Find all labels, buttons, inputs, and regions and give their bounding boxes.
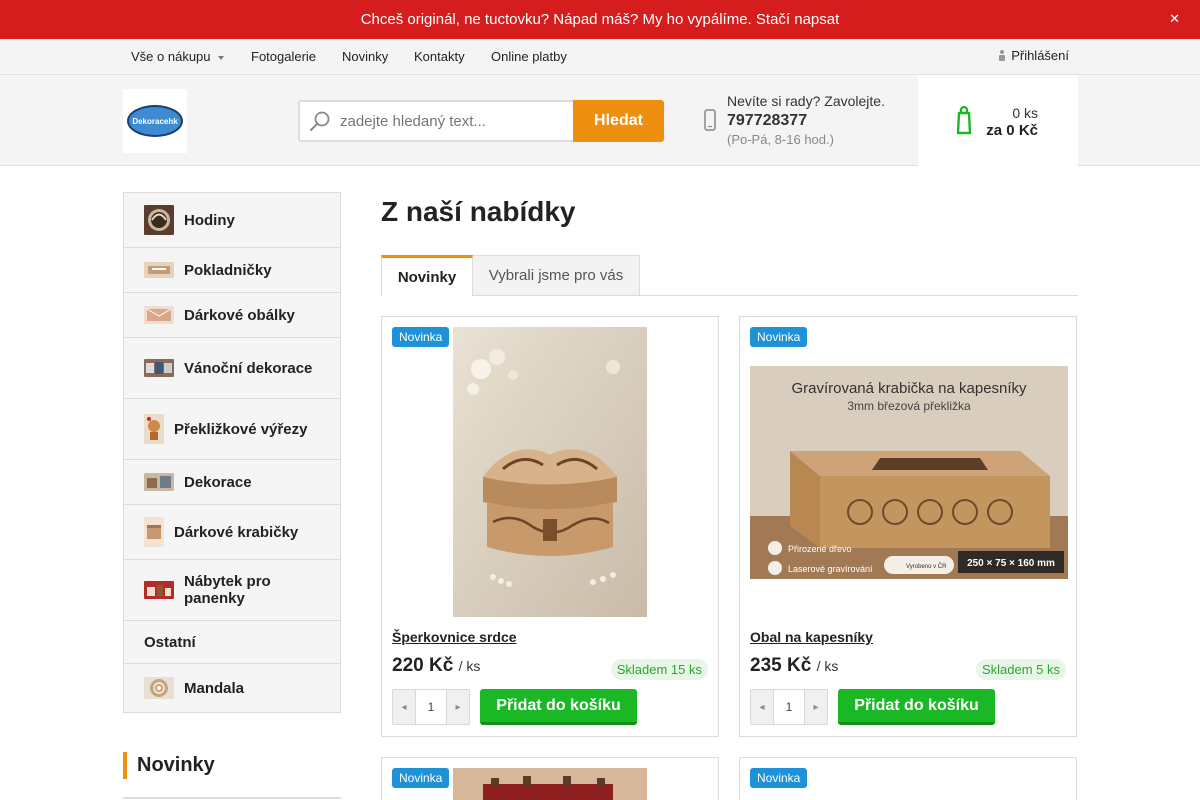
quantity-stepper: ◂ 1 ▸	[392, 689, 470, 725]
category-item-darkove-krabicky[interactable]: Dárkové krabičky	[124, 505, 340, 560]
category-thumbnail	[144, 205, 174, 235]
search-form: Hledat	[298, 100, 664, 142]
category-thumbnail	[144, 414, 164, 444]
category-label: Ostatní	[144, 633, 196, 651]
increase-quantity-button[interactable]: ▸	[447, 690, 469, 724]
decrease-quantity-button[interactable]: ◂	[393, 690, 415, 724]
product-image[interactable]	[453, 768, 647, 800]
category-item-ostatni[interactable]: Ostatní	[124, 621, 340, 664]
nav-item-shopping-info[interactable]: Vše o nákupu	[131, 49, 224, 64]
new-badge: Novinka	[750, 768, 808, 788]
category-sidebar: Hodiny Pokladničky Dárkové obálky Vánočn…	[123, 192, 341, 713]
category-label: Hodiny	[184, 211, 235, 229]
divider	[123, 797, 341, 799]
nav-item-gallery[interactable]: Fotogalerie	[251, 49, 316, 64]
quantity-stepper: ◂ 1 ▸	[750, 689, 828, 725]
category-item-darkove-obalky[interactable]: Dárkové obálky	[124, 293, 340, 338]
nav-item-news[interactable]: Novinky	[342, 49, 388, 64]
contact-question: Nevíte si rady? Zavolejte.	[727, 93, 885, 109]
category-item-pokladnicky[interactable]: Pokladničky	[124, 248, 340, 293]
add-to-cart-button[interactable]: Přidat do košíku	[838, 689, 995, 725]
cart-icon	[956, 105, 972, 135]
increase-quantity-button[interactable]: ▸	[805, 690, 827, 724]
product-card: Novinka	[739, 757, 1077, 800]
chevron-down-icon	[217, 55, 224, 60]
new-badge: Novinka	[392, 327, 450, 347]
search-input[interactable]	[298, 100, 574, 142]
add-to-cart-button[interactable]: Přidat do košíku	[480, 689, 637, 725]
stock-badge: Skladem 5 ks	[975, 659, 1066, 680]
user-icon	[999, 50, 1006, 61]
phone-icon	[704, 109, 716, 131]
promo-banner: Chceš originál, ne tuctovku? Nápad máš? …	[0, 0, 1200, 39]
category-label: Překližkové výřezy	[174, 420, 308, 438]
category-label: Dekorace	[184, 473, 252, 491]
contact-phone[interactable]: 797728377	[727, 112, 885, 130]
logo[interactable]: Dekoracehk	[123, 89, 187, 153]
category-thumbnail	[144, 581, 174, 599]
product-name[interactable]: Šperkovnice srdce	[392, 629, 517, 645]
image-made-in: Vyrobeno v ČR	[906, 563, 947, 570]
page-title: Z naší nabídky	[381, 196, 576, 227]
promo-banner-text: Chceš originál, ne tuctovku? Nápad máš? …	[360, 11, 840, 28]
product-card: Novinka	[381, 757, 719, 800]
sidebar-news-heading: Novinky	[123, 752, 215, 779]
category-item-nabytek-pro-panenky[interactable]: Nábytek pro panenky	[124, 560, 340, 621]
category-label: Mandala	[184, 679, 245, 697]
product-image[interactable]	[453, 327, 647, 617]
quantity-input[interactable]: 1	[415, 690, 447, 724]
image-title: Gravírovaná krabička na kapesníky	[791, 380, 1027, 397]
product-price: 235 Kč / ks	[750, 655, 839, 676]
category-label: Nábytek pro panenky	[184, 573, 271, 607]
contact-hours: (Po-Pá, 8-16 hod.)	[727, 132, 834, 147]
image-subtitle: 3mm březová překližka	[847, 399, 971, 413]
new-badge: Novinka	[392, 768, 450, 788]
product-card: Novinka Gravírovaná krabička na kapesník…	[739, 316, 1077, 737]
cart-summary[interactable]: 0 ks za 0 Kč	[918, 75, 1078, 166]
image-feature-2: Laserové gravírování	[788, 564, 873, 574]
stock-badge: Skladem 15 ks	[610, 659, 708, 680]
search-button[interactable]: Hledat	[573, 100, 664, 142]
nav-item-contacts[interactable]: Kontakty	[414, 49, 465, 64]
product-name[interactable]: Obal na kapesníky	[750, 629, 873, 645]
nav-item-online-payments[interactable]: Online platby	[491, 49, 567, 64]
product-card: Novinka Šperkovnice srdce 220 Kč / ks Sk…	[381, 316, 719, 737]
category-label: Dárkové krabičky	[174, 523, 299, 541]
category-thumbnail	[144, 306, 174, 324]
category-item-mandala[interactable]: Mandala	[124, 664, 340, 712]
new-badge: Novinka	[750, 327, 808, 347]
category-thumbnail	[144, 359, 174, 377]
category-label: Vánoční dekorace	[184, 359, 313, 377]
tab-vybrali-jsme-pro-vas[interactable]: Vybrali jsme pro vás	[472, 255, 640, 296]
category-label: Dárkové obálky	[184, 306, 295, 324]
logo-mark: Dekoracehk	[127, 105, 183, 137]
category-label: Pokladničky	[184, 261, 272, 279]
login-link[interactable]: Přihlášení	[999, 48, 1069, 63]
cart-total: za 0 Kč	[986, 122, 1038, 139]
category-item-hodiny[interactable]: Hodiny	[124, 193, 340, 248]
category-item-dekorace[interactable]: Dekorace	[124, 460, 340, 505]
category-thumbnail	[144, 262, 174, 278]
category-thumbnail	[144, 677, 174, 699]
decrease-quantity-button[interactable]: ◂	[751, 690, 773, 724]
category-item-preklizkove-vyrezy[interactable]: Překližkové výřezy	[124, 399, 340, 460]
search-icon	[310, 111, 330, 131]
close-icon[interactable]: ✕	[1169, 11, 1180, 27]
product-image[interactable]: Gravírovaná krabička na kapesníky 3mm bř…	[750, 366, 1068, 579]
quantity-input[interactable]: 1	[773, 690, 805, 724]
cart-count: 0 ks	[1012, 105, 1038, 121]
category-item-vanocni-dekorace[interactable]: Vánoční dekorace	[124, 338, 340, 399]
image-feature-1: Přirozené dřevo	[788, 544, 852, 554]
tab-novinky[interactable]: Novinky	[381, 255, 473, 296]
category-thumbnail	[144, 517, 164, 547]
product-price: 220 Kč / ks	[392, 655, 481, 676]
image-dimensions: 250 × 75 × 160 mm	[967, 558, 1055, 569]
top-navigation: Vše o nákupu Fotogalerie Novinky Kontakt…	[0, 39, 1200, 75]
category-thumbnail	[144, 473, 174, 491]
